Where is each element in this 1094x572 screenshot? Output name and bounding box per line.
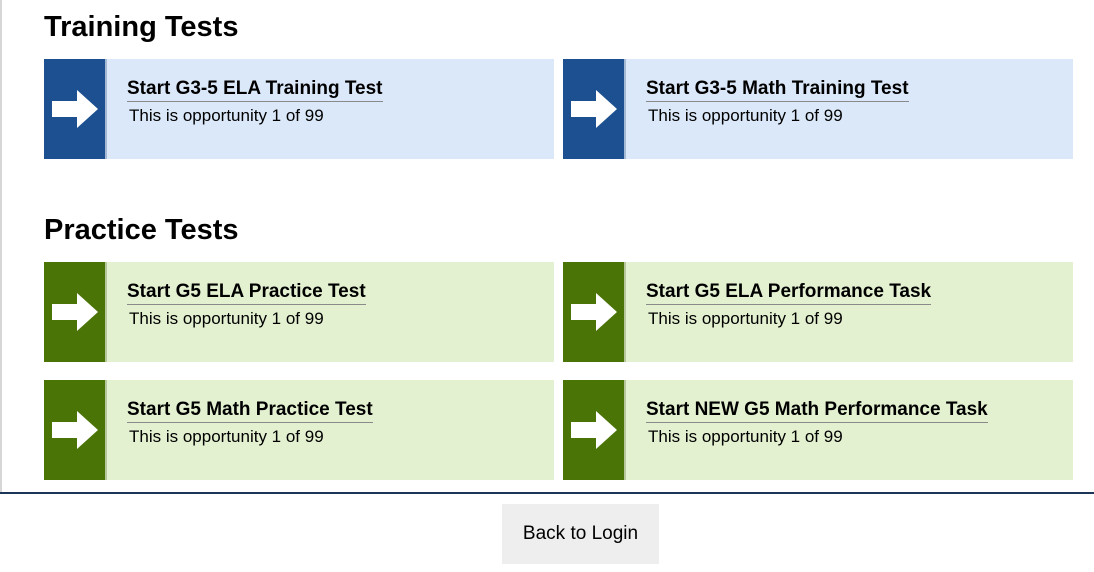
- tile-body: Start G5 ELA Performance Task This is op…: [626, 262, 1073, 362]
- tile-new-g5-math-performance-task[interactable]: Start NEW G5 Math Performance Task This …: [563, 380, 1073, 480]
- tile-title-link[interactable]: Start G5 ELA Practice Test: [127, 280, 366, 305]
- tile-subtitle: This is opportunity 1 of 99: [648, 309, 843, 328]
- tile-g5-ela-performance-task[interactable]: Start G5 ELA Performance Task This is op…: [563, 262, 1073, 362]
- tile-body: Start NEW G5 Math Performance Task This …: [626, 380, 1073, 480]
- tile-icon-box: [44, 262, 107, 362]
- arrow-right-icon: [51, 293, 98, 331]
- tile-subtitle: This is opportunity 1 of 99: [648, 427, 843, 446]
- tile-subtitle: This is opportunity 1 of 99: [648, 106, 843, 125]
- tile-body: Start G5 ELA Practice Test This is oppor…: [107, 262, 554, 362]
- tile-subtitle: This is opportunity 1 of 99: [129, 309, 324, 328]
- footer-divider: [0, 492, 1094, 494]
- training-tests-heading: Training Tests: [44, 11, 239, 43]
- tile-subtitle: This is opportunity 1 of 99: [129, 106, 324, 125]
- practice-tests-heading: Practice Tests: [44, 214, 239, 246]
- tile-title-link[interactable]: Start G5 ELA Performance Task: [646, 280, 932, 305]
- arrow-right-icon: [51, 90, 98, 128]
- tile-title-link[interactable]: Start G3-5 ELA Training Test: [127, 77, 383, 102]
- tile-title-link[interactable]: Start G3-5 Math Training Test: [646, 77, 909, 102]
- tile-icon-box: [563, 380, 626, 480]
- tile-body: Start G3-5 Math Training Test This is op…: [626, 59, 1073, 159]
- test-selection-panel: Training Tests Start G3-5 ELA Training T…: [0, 0, 1094, 493]
- arrow-right-icon: [51, 411, 98, 449]
- tile-icon-box: [44, 380, 107, 480]
- tile-g5-ela-practice-test[interactable]: Start G5 ELA Practice Test This is oppor…: [44, 262, 554, 362]
- tile-title-link[interactable]: Start G5 Math Practice Test: [127, 398, 373, 423]
- tile-g3-5-ela-training-test[interactable]: Start G3-5 ELA Training Test This is opp…: [44, 59, 554, 159]
- tile-icon-box: [563, 59, 626, 159]
- back-to-login-button[interactable]: Back to Login: [502, 504, 659, 564]
- arrow-right-icon: [570, 293, 617, 331]
- tile-body: Start G3-5 ELA Training Test This is opp…: [107, 59, 554, 159]
- arrow-right-icon: [570, 411, 617, 449]
- tile-icon-box: [44, 59, 107, 159]
- tile-g3-5-math-training-test[interactable]: Start G3-5 Math Training Test This is op…: [563, 59, 1073, 159]
- tile-subtitle: This is opportunity 1 of 99: [129, 427, 324, 446]
- arrow-right-icon: [570, 90, 617, 128]
- tile-icon-box: [563, 262, 626, 362]
- tile-g5-math-practice-test[interactable]: Start G5 Math Practice Test This is oppo…: [44, 380, 554, 480]
- tile-body: Start G5 Math Practice Test This is oppo…: [107, 380, 554, 480]
- tile-title-link[interactable]: Start NEW G5 Math Performance Task: [646, 398, 988, 423]
